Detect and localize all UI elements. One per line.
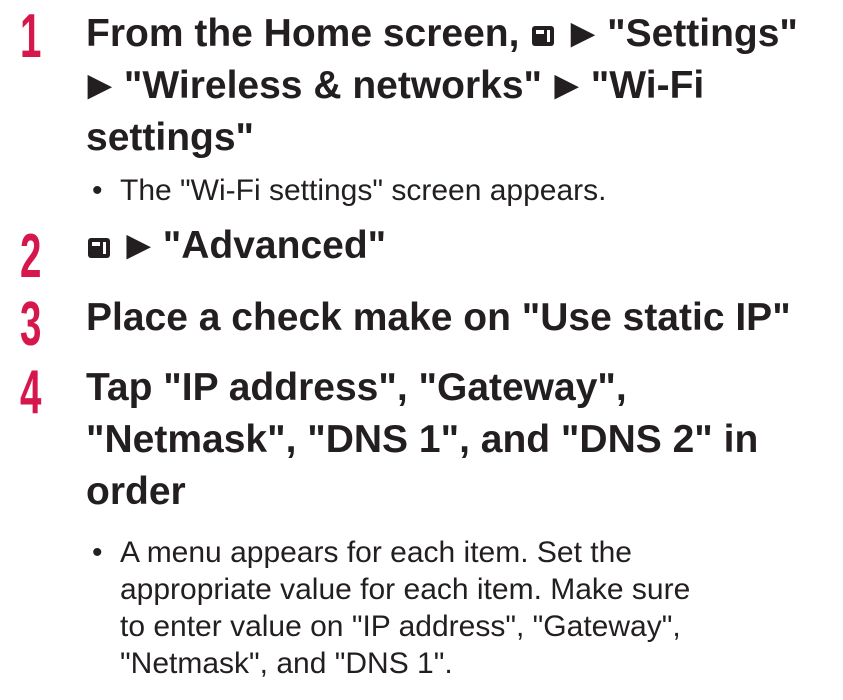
arrow-right-icon: ▶ (88, 69, 112, 102)
bullet-icon: • (92, 174, 103, 207)
step-title-line: ▶ "Wireless & networks" ▶ "Wi-Fi (86, 60, 836, 112)
step-number: 1 (20, 2, 42, 71)
note-text: A menu appears for each item. Set the ap… (120, 534, 832, 682)
note-line: "Netmask", and "DNS 1". (120, 647, 453, 680)
note-line: to enter value on "IP address", "Gateway… (120, 610, 681, 643)
note-line: appropriate value for each item. Make su… (120, 573, 691, 606)
step-title: From the Home screen, ▶ "Settings" ▶ "Wi… (86, 8, 836, 164)
step-title-text: "Advanced" (162, 224, 387, 267)
bullet-icon: • (92, 536, 103, 569)
step-title-line: From the Home screen, ▶ "Settings" (86, 8, 836, 60)
step-number: 4 (20, 358, 42, 427)
step-title-text: "Wireless & networks" (123, 64, 543, 107)
menu-key-icon (86, 236, 112, 260)
arrow-right-icon: ▶ (554, 69, 578, 102)
step-title-text: "Settings" (607, 12, 798, 55)
menu-key-icon (530, 24, 556, 48)
arrow-right-icon: ▶ (571, 17, 595, 50)
step-title-text: "Wi-Fi (590, 64, 705, 107)
step-title-line: "Netmask", "DNS 1", and "DNS 2" in (86, 418, 759, 461)
step-title: ▶ "Advanced" (86, 220, 836, 272)
note-line: A menu appears for each item. Set the (120, 536, 632, 569)
step-title-line: ▶ "Advanced" (86, 220, 836, 272)
step-title-text: From the Home screen, (86, 12, 520, 55)
step-note: • A menu appears for each item. Set the … (92, 534, 832, 682)
step-title-line: Tap "IP address", "Gateway", (86, 366, 627, 409)
arrow-right-icon: ▶ (126, 229, 150, 262)
step-title-line: order (86, 470, 186, 513)
note-text: The "Wi-Fi settings" screen appears. (120, 174, 607, 207)
step-title: Place a check make on "Use static IP" (86, 296, 791, 339)
step-title-line: settings" (86, 116, 255, 159)
step-note: • The "Wi-Fi settings" screen appears. (92, 172, 832, 209)
step-number: 2 (20, 222, 42, 291)
step-number: 3 (20, 290, 42, 359)
step-title: Tap "IP address", "Gateway", "Netmask", … (86, 362, 836, 518)
